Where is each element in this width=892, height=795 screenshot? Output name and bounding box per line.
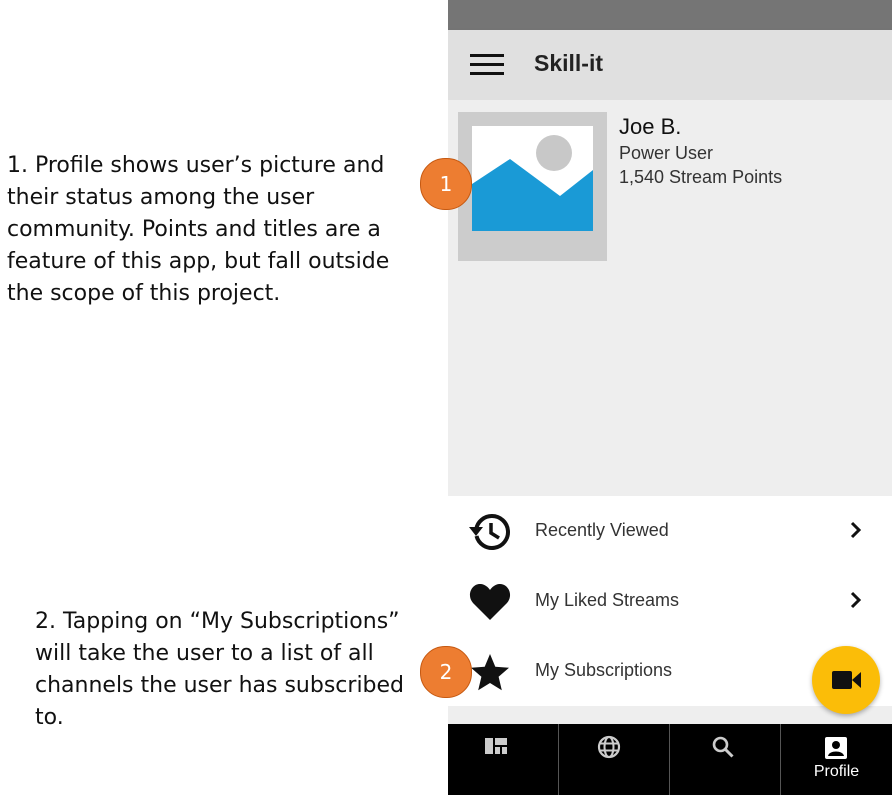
profile-header: Joe B. Power User 1,540 Stream Points <box>448 100 892 496</box>
globe-icon <box>597 735 621 759</box>
nav-item-search[interactable] <box>670 724 780 795</box>
dashboard-icon <box>485 738 507 754</box>
menu-item-liked-streams[interactable]: My Liked Streams <box>448 566 892 636</box>
profile-icon <box>825 737 847 759</box>
history-icon <box>469 513 510 550</box>
search-icon <box>712 736 734 758</box>
app-title: Skill-it <box>534 50 604 76</box>
status-bar <box>448 0 892 30</box>
nav-item-dashboard[interactable] <box>448 724 558 795</box>
user-points: 1,540 Stream Points <box>619 167 783 187</box>
menu-item-recently-viewed[interactable]: Recently Viewed <box>448 496 892 566</box>
heart-icon <box>469 583 511 620</box>
phone-screen: Skill-it Joe B. Power User 1,540 Stream … <box>448 0 892 795</box>
image-placeholder-icon <box>472 126 593 231</box>
chevron-right-icon <box>850 521 862 539</box>
chevron-right-icon <box>850 591 862 609</box>
annotation-subscriptions: 2. Tapping on “My Subscriptions” will ta… <box>35 609 405 730</box>
avatar <box>458 112 607 261</box>
callout-badge-2: 2 <box>420 646 472 698</box>
star-icon <box>471 654 509 691</box>
bottom-nav: Profile <box>448 724 892 795</box>
callout-badge-1: 1 <box>420 158 472 210</box>
nav-item-profile[interactable]: Profile <box>781 724 892 795</box>
nav-item-explore[interactable] <box>559 724 669 795</box>
menu-item-label: My Liked Streams <box>535 590 680 610</box>
app-bar: Skill-it <box>448 30 892 100</box>
menu-icon[interactable] <box>470 52 504 78</box>
user-name: Joe B. <box>619 114 682 139</box>
user-status-title: Power User <box>619 143 714 163</box>
menu-footer-spacer <box>448 706 892 724</box>
menu-item-label: My Subscriptions <box>535 660 673 680</box>
menu-item-label: Recently Viewed <box>535 520 669 540</box>
go-live-button[interactable] <box>812 646 880 714</box>
nav-profile-label: Profile <box>813 763 860 780</box>
video-camera-icon <box>832 671 861 689</box>
annotation-profile: 1. Profile shows user’s picture and thei… <box>7 153 390 306</box>
